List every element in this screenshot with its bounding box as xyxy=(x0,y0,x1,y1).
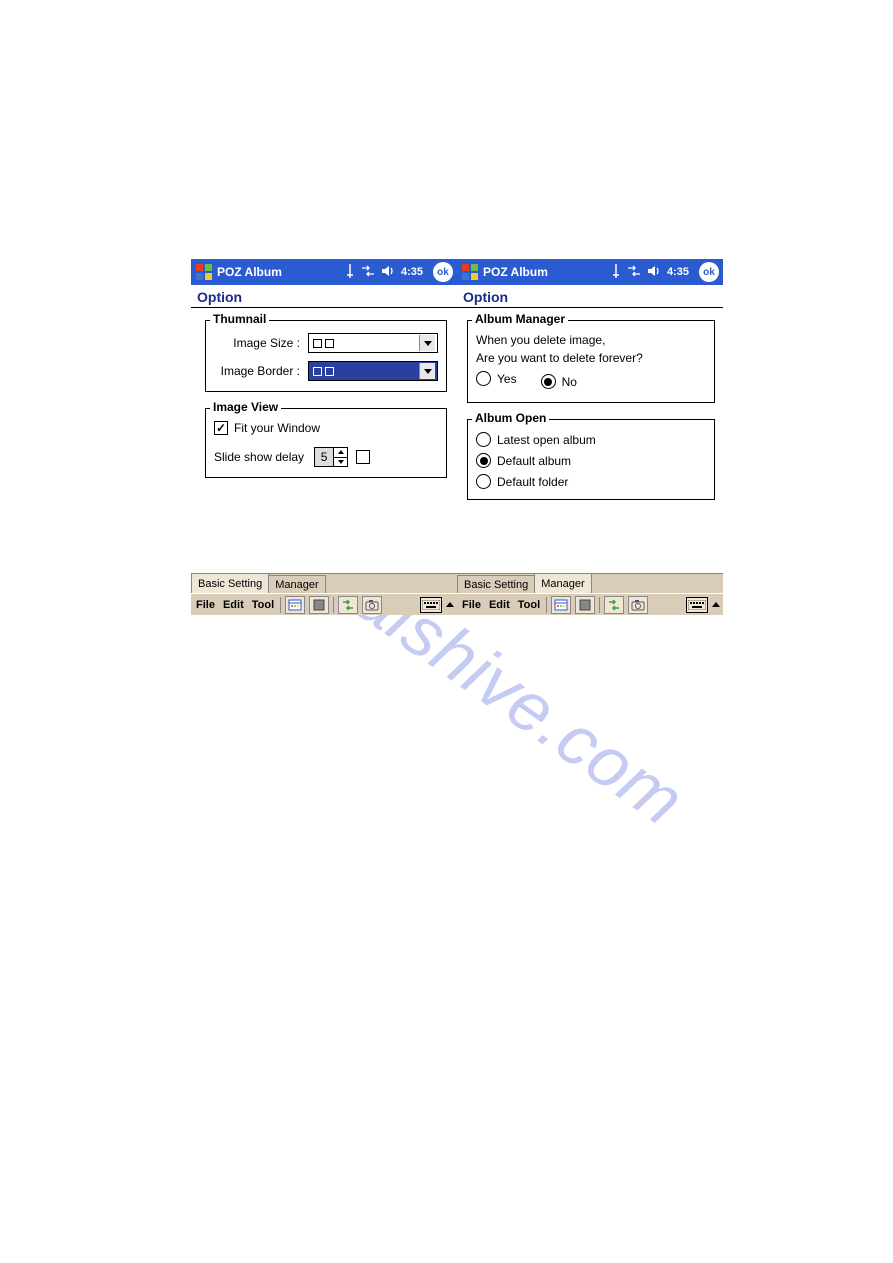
image-view-legend: Image View xyxy=(210,400,281,414)
menu-bar: File Edit Tool xyxy=(457,593,723,615)
album-manager-legend: Album Manager xyxy=(472,312,568,326)
default-album-label: Default album xyxy=(497,454,571,468)
title-bar: POZ Album 4:35 ok xyxy=(191,259,457,285)
image-size-label: Image Size : xyxy=(214,336,308,350)
spinner-down-button[interactable] xyxy=(334,457,348,468)
chevron-down-icon xyxy=(419,335,435,351)
delete-yes-label: Yes xyxy=(497,372,517,386)
square-icon[interactable] xyxy=(309,596,329,614)
antenna-icon[interactable] xyxy=(611,264,621,281)
chevron-up-icon[interactable] xyxy=(446,602,454,607)
keyboard-icon[interactable] xyxy=(420,597,442,613)
menu-edit[interactable]: Edit xyxy=(221,599,246,611)
chevron-up-icon[interactable] xyxy=(712,602,720,607)
clock-time[interactable]: 4:35 xyxy=(401,266,423,278)
ok-button[interactable]: ok xyxy=(433,262,453,282)
transfer-icon[interactable] xyxy=(338,596,358,614)
menu-tool[interactable]: Tool xyxy=(250,599,276,611)
slide-delay-spinner[interactable] xyxy=(314,447,350,467)
keyboard-icon[interactable] xyxy=(686,597,708,613)
calendar-icon[interactable] xyxy=(285,596,305,614)
app-title: POZ Album xyxy=(483,265,548,279)
tab-bar: Basic Setting Manager xyxy=(457,573,723,593)
square-icon[interactable] xyxy=(575,596,595,614)
menu-bar: File Edit Tool xyxy=(191,593,457,615)
image-border-dropdown[interactable] xyxy=(308,361,438,381)
slide-delay-checkbox[interactable] xyxy=(356,450,370,464)
tab-bar: Basic Setting Manager xyxy=(191,573,457,593)
fit-window-checkbox[interactable] xyxy=(214,421,228,435)
camera-icon[interactable] xyxy=(362,596,382,614)
menu-divider xyxy=(546,597,547,613)
ok-button[interactable]: ok xyxy=(699,262,719,282)
content-area: Album Manager When you delete image, Are… xyxy=(457,320,723,573)
default-folder-radio[interactable] xyxy=(476,474,491,489)
album-open-group: Album Open Latest open album Default alb… xyxy=(467,419,715,500)
fit-window-label: Fit your Window xyxy=(234,421,320,435)
chevron-down-icon xyxy=(419,363,435,379)
slide-delay-label: Slide show delay xyxy=(214,450,304,464)
screen-manager: POZ Album 4:35 ok Option Album Manager xyxy=(457,259,723,615)
delete-prompt-line2: Are you want to delete forever? xyxy=(476,351,710,365)
thumbnail-group: Thumnail Image Size : Image Border : xyxy=(205,320,447,392)
system-tray: 4:35 ok xyxy=(345,262,453,282)
image-border-glyph-icon xyxy=(313,367,334,376)
page-title: Option xyxy=(457,285,723,308)
clock-time[interactable]: 4:35 xyxy=(667,266,689,278)
screens-container: POZ Album 4:35 ok Option Thumnail xyxy=(191,259,723,615)
image-size-dropdown[interactable] xyxy=(308,333,438,353)
menu-divider xyxy=(333,597,334,613)
image-view-group: Image View Fit your Window Slide show de… xyxy=(205,408,447,478)
system-tray: 4:35 ok xyxy=(611,262,719,282)
spinner-up-button[interactable] xyxy=(334,447,348,457)
content-area: Thumnail Image Size : Image Border : xyxy=(191,320,457,573)
delete-yes-radio[interactable] xyxy=(476,371,491,386)
slide-delay-input[interactable] xyxy=(314,447,334,467)
windows-flag-icon xyxy=(195,263,213,281)
speaker-icon[interactable] xyxy=(647,265,661,280)
delete-no-label: No xyxy=(562,375,577,389)
windows-flag-icon xyxy=(461,263,479,281)
tab-basic-setting[interactable]: Basic Setting xyxy=(457,575,535,593)
menu-tool[interactable]: Tool xyxy=(516,599,542,611)
speaker-icon[interactable] xyxy=(381,265,395,280)
default-folder-label: Default folder xyxy=(497,475,568,489)
app-title: POZ Album xyxy=(217,265,282,279)
album-open-legend: Album Open xyxy=(472,411,549,425)
default-album-radio[interactable] xyxy=(476,453,491,468)
connectivity-icon[interactable] xyxy=(361,265,375,280)
title-bar: POZ Album 4:35 ok xyxy=(457,259,723,285)
tab-manager[interactable]: Manager xyxy=(268,575,325,593)
image-size-glyph-icon xyxy=(313,339,334,348)
antenna-icon[interactable] xyxy=(345,264,355,281)
image-border-label: Image Border : xyxy=(214,364,308,378)
menu-file[interactable]: File xyxy=(194,599,217,611)
screen-basic-setting: POZ Album 4:35 ok Option Thumnail xyxy=(191,259,457,615)
menu-edit[interactable]: Edit xyxy=(487,599,512,611)
latest-open-album-radio[interactable] xyxy=(476,432,491,447)
tab-basic-setting[interactable]: Basic Setting xyxy=(191,573,269,593)
page-title: Option xyxy=(191,285,457,308)
camera-icon[interactable] xyxy=(628,596,648,614)
connectivity-icon[interactable] xyxy=(627,265,641,280)
delete-no-radio[interactable] xyxy=(541,374,556,389)
thumbnail-legend: Thumnail xyxy=(210,312,269,326)
tab-manager[interactable]: Manager xyxy=(534,573,591,593)
calendar-icon[interactable] xyxy=(551,596,571,614)
delete-prompt-line1: When you delete image, xyxy=(476,333,710,347)
album-manager-group: Album Manager When you delete image, Are… xyxy=(467,320,715,403)
menu-divider xyxy=(599,597,600,613)
transfer-icon[interactable] xyxy=(604,596,624,614)
latest-open-album-label: Latest open album xyxy=(497,433,596,447)
menu-file[interactable]: File xyxy=(460,599,483,611)
menu-divider xyxy=(280,597,281,613)
